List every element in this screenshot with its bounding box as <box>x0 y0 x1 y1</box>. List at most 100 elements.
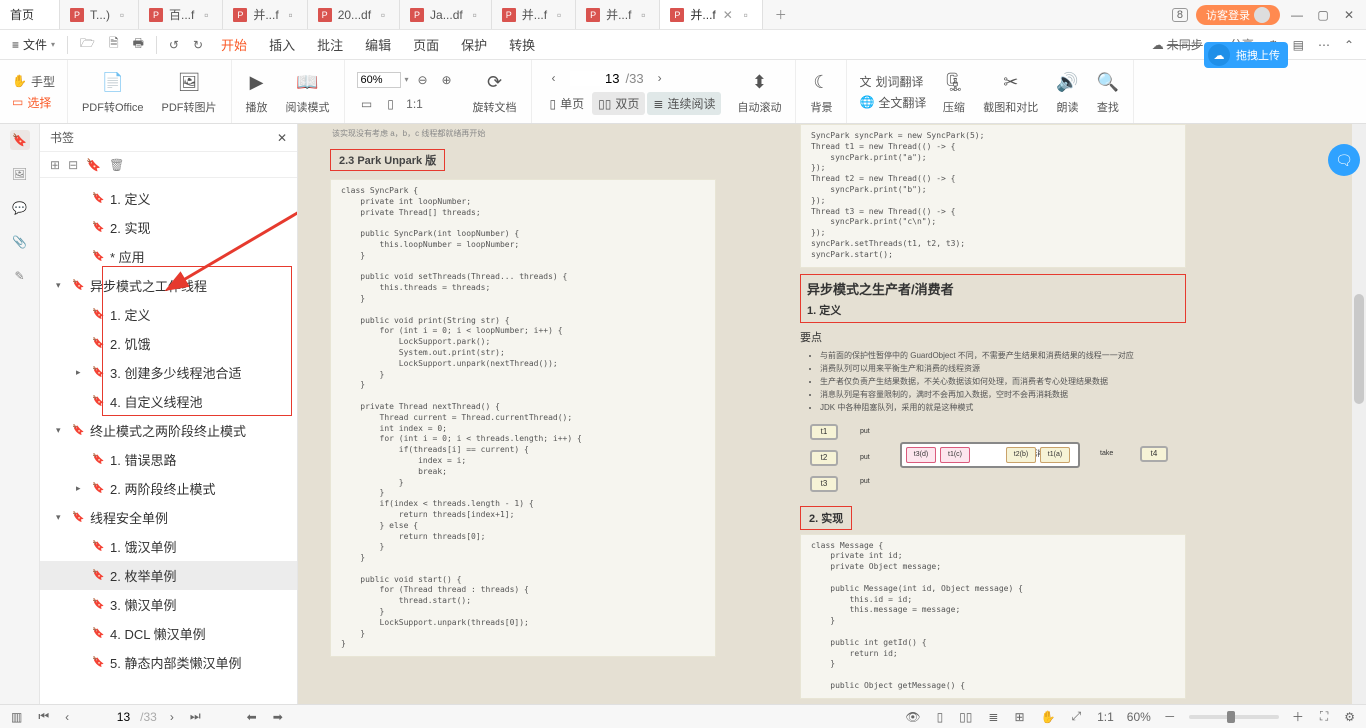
status-more-icon[interactable]: ⚙ <box>1341 710 1358 724</box>
view-double-icon[interactable]: ▯▯ <box>956 710 975 724</box>
document-viewport[interactable]: 🗨 该实现没有考虑 a，b，c 线程都就绪再开始 2.3 Park Unpark… <box>298 124 1366 704</box>
menu-edit[interactable]: 编辑 <box>355 35 401 54</box>
window-count-badge[interactable]: 8 <box>1172 8 1188 22</box>
bookmark-item[interactable]: 🔖1. 饿汉单例 <box>40 532 297 561</box>
read-mode[interactable]: 📖阅读模式 <box>280 69 336 115</box>
menu-protect[interactable]: 保护 <box>451 35 497 54</box>
main-menu-button[interactable]: ≡ 文件 ▾ <box>6 36 61 53</box>
fit-page-icon[interactable]: ▯ <box>381 94 401 114</box>
bookmark-item[interactable]: ▾🔖异步模式之工作线程 <box>40 271 297 300</box>
zoom-in-icon[interactable]: ⊕ <box>437 70 457 90</box>
bookmark-del-icon[interactable]: 🗑 <box>109 158 124 172</box>
crop-compare[interactable]: ✂截图和对比 <box>977 69 1044 115</box>
thumbnails-rail-icon[interactable]: 🖼 <box>10 164 30 184</box>
zoom-100-icon[interactable]: 1:1 <box>1094 710 1117 724</box>
bookmarks-rail-icon[interactable]: 🔖 <box>10 130 30 150</box>
compress[interactable]: 🗜压缩 <box>936 69 971 115</box>
sidebar-toggle-icon[interactable]: ▥ <box>8 710 25 724</box>
double-page-mode[interactable]: ▯▯ 双页 <box>592 92 645 115</box>
cloud-upload-badge[interactable]: ☁ 拖拽上传 <box>1204 42 1288 68</box>
redo-icon[interactable]: ↻ <box>187 38 209 52</box>
tab-close-icon[interactable]: ✕ <box>722 8 734 22</box>
play-button[interactable]: ▶播放 <box>240 69 274 115</box>
last-page-icon[interactable]: ⏭ <box>187 709 204 724</box>
tab-ext-icon[interactable]: ▫ <box>200 8 212 22</box>
document-tab[interactable]: P20...df▫ <box>308 0 400 29</box>
vertical-scrollbar[interactable] <box>1352 124 1366 704</box>
document-tab[interactable]: P并...f✕▫ <box>660 0 762 29</box>
zoom-slider[interactable] <box>1189 715 1279 719</box>
bookmark-item[interactable]: 🔖4. 自定义线程池 <box>40 387 297 416</box>
expand-all-icon[interactable]: ⊞ <box>50 158 60 172</box>
zoom-input[interactable] <box>357 72 401 88</box>
pdf-to-image[interactable]: 🖼PDF转图片 <box>156 69 223 115</box>
close-sidebar-icon[interactable]: ✕ <box>277 131 287 145</box>
bookmark-item[interactable]: 🔖1. 错误思路 <box>40 445 297 474</box>
save-icon[interactable]: 🗎 <box>103 34 125 55</box>
bookmark-item[interactable]: 🔖1. 定义 <box>40 184 297 213</box>
menu-page[interactable]: 页面 <box>403 35 449 54</box>
actual-size-icon[interactable]: 1:1 <box>405 94 425 114</box>
page-input[interactable] <box>570 71 620 86</box>
view-cont-icon[interactable]: ≣ <box>985 710 1001 724</box>
document-tab[interactable]: P并...f▫ <box>492 0 576 29</box>
tree-arrow-icon[interactable]: ▾ <box>56 280 66 291</box>
full-translate[interactable]: 🌐 全文翻译 <box>859 94 926 111</box>
first-page-icon[interactable]: ⏮ <box>35 709 52 724</box>
prev-page-button[interactable]: ‹ <box>544 68 564 88</box>
document-tab[interactable]: P并...f▫ <box>223 0 307 29</box>
minimize-button[interactable]: — <box>1288 6 1306 24</box>
tree-arrow-icon[interactable]: ▾ <box>56 425 66 436</box>
document-tab[interactable]: PT...)▫ <box>60 0 139 29</box>
zoom-out-icon[interactable]: ⊖ <box>413 70 433 90</box>
more-icon[interactable]: ⋯ <box>1312 38 1336 52</box>
bookmark-item[interactable]: ▸🔖2. 两阶段终止模式 <box>40 474 297 503</box>
attachments-rail-icon[interactable]: 📎 <box>10 232 30 252</box>
bookmark-item[interactable]: 🔖2. 枚举单例 <box>40 561 297 590</box>
select-tool[interactable]: ▭ 选择 <box>12 94 55 111</box>
status-page-input[interactable] <box>82 710 130 724</box>
read-aloud[interactable]: 🔊朗读 <box>1050 69 1084 115</box>
hand-icon[interactable]: ✋ <box>1038 710 1059 724</box>
tab-ext-icon[interactable]: ▫ <box>116 8 128 22</box>
next-page-icon[interactable]: › <box>167 710 177 724</box>
nav-fwd-icon[interactable]: ➡ <box>270 710 286 724</box>
zoom-slider-thumb[interactable] <box>1227 711 1235 723</box>
menu-convert[interactable]: 转换 <box>499 35 545 54</box>
continuous-mode[interactable]: ≣ 连续阅读 <box>647 92 721 115</box>
bookmark-item[interactable]: 🔖2. 实现 <box>40 213 297 242</box>
single-page-mode[interactable]: ▯ 单页 <box>544 92 591 115</box>
eye-icon[interactable]: 👁 <box>902 710 923 724</box>
close-button[interactable]: ✕ <box>1340 6 1358 24</box>
maximize-button[interactable]: ▢ <box>1314 6 1332 24</box>
prev-page-icon[interactable]: ‹ <box>62 710 72 724</box>
print-icon[interactable]: 🖶 <box>127 34 150 55</box>
new-tab-button[interactable]: ＋ <box>763 0 799 29</box>
auto-scroll[interactable]: ⬍自动滚动 <box>731 69 787 115</box>
scrollbar-thumb[interactable] <box>1354 294 1364 404</box>
cloud-sync-button[interactable]: ☁ 未同步 <box>1146 36 1209 53</box>
zoom-in-status[interactable]: ＋ <box>1289 708 1307 725</box>
sign-rail-icon[interactable]: ✎ <box>10 266 30 286</box>
document-tab[interactable]: P并...f▫ <box>576 0 660 29</box>
zoom-out-status[interactable]: － <box>1161 708 1179 725</box>
tab-ext-icon[interactable]: ▫ <box>553 8 565 22</box>
tab-ext-icon[interactable]: ▫ <box>637 8 649 22</box>
tab-ext-icon[interactable]: ▫ <box>469 8 481 22</box>
tab-ext-icon[interactable]: ▫ <box>285 8 297 22</box>
undo-icon[interactable]: ↺ <box>163 38 185 52</box>
hand-tool[interactable]: ✋ 手型 <box>12 73 55 90</box>
word-translate[interactable]: 文 划词翻译 <box>859 73 926 90</box>
fit-width-icon[interactable]: ▭ <box>357 94 377 114</box>
login-button[interactable]: 访客登录 <box>1196 5 1280 25</box>
assistant-bubble[interactable]: 🗨 <box>1328 144 1360 176</box>
open-icon[interactable]: 🗁 <box>74 34 101 55</box>
bookmark-item[interactable]: 🔖4. DCL 懒汉单例 <box>40 619 297 648</box>
view-single-icon[interactable]: ▯ <box>934 710 947 724</box>
tree-arrow-icon[interactable]: ▾ <box>56 512 66 523</box>
document-tab[interactable]: PJa...df▫ <box>400 0 492 29</box>
next-page-button[interactable]: › <box>650 68 670 88</box>
tab-ext-icon[interactable]: ▫ <box>740 8 752 22</box>
tab-ext-icon[interactable]: ▫ <box>377 8 389 22</box>
zoom-fit-icon[interactable]: ⤢ <box>1068 709 1084 724</box>
